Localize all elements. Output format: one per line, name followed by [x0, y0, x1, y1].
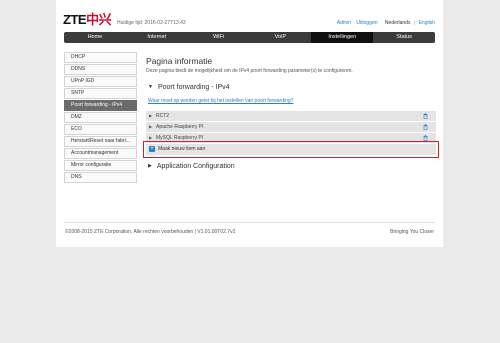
sidebar-item-eco[interactable]: ECO — [64, 124, 137, 135]
current-time: Huidige tijd: 2016-02-27T13:43 — [117, 20, 186, 26]
top-bar: ZTE中兴 Huidige tijd: 2016-02-27T13:43 Adm… — [56, 0, 443, 30]
trash-icon[interactable] — [423, 113, 428, 119]
page-description: Deze pagina biedt de mogelijkheid om de … — [146, 68, 353, 74]
rule-name: RCT2 — [156, 113, 170, 119]
top-links: Admin Uitloggen Nederlands | English — [337, 20, 435, 26]
language-separator: | — [413, 20, 416, 26]
main-nav: Home Internet WiFi VoIP Instellingen Sta… — [64, 32, 435, 43]
copyright-text: ©2008-2015 ZTE Corporation. Alle rechten… — [65, 229, 236, 235]
chevron-right-icon: ▶ — [149, 124, 153, 129]
sidebar: DHCP DDNS UPnP IGD SNTP Poort forwarding… — [64, 52, 137, 184]
logout-link[interactable]: Uitloggen — [356, 20, 377, 26]
nav-instellingen[interactable]: Instellingen — [311, 32, 374, 43]
router-page: ZTE中兴 Huidige tijd: 2016-02-27T13:43 Adm… — [56, 0, 443, 247]
section-title: Poort forwarding - IPv4 — [157, 84, 230, 91]
nav-status[interactable]: Status — [373, 32, 435, 43]
sidebar-item-port-forwarding[interactable]: Poort forwarding - IPv4 — [64, 100, 137, 111]
footer: ©2008-2015 ZTE Corporation. Alle rechten… — [64, 222, 435, 239]
chevron-right-icon: ▶ — [149, 135, 153, 140]
language-en[interactable]: English — [419, 20, 435, 26]
rule-row[interactable]: ▶ Apache Raspberry PI — [146, 122, 436, 133]
rule-name: Apache Raspberry PI — [156, 124, 204, 130]
chevron-right-icon: ▶ — [149, 113, 153, 118]
nav-home[interactable]: Home — [64, 32, 126, 43]
nav-wifi[interactable]: WiFi — [188, 32, 250, 43]
sidebar-item-upnp[interactable]: UPnP IGD — [64, 76, 137, 87]
sidebar-item-ddns[interactable]: DDNS — [64, 64, 137, 75]
logo-latin: ZTE — [63, 12, 87, 27]
nav-internet[interactable]: Internet — [126, 32, 188, 43]
sidebar-item-mirror[interactable]: Mirror configuratie — [64, 160, 137, 171]
section-title: Application Configuration — [156, 163, 235, 170]
help-link[interactable]: Waar moet op worden gelet bij het instel… — [148, 98, 293, 104]
page-title: Pagina informatie — [146, 56, 213, 66]
sidebar-item-sntp[interactable]: SNTP — [64, 88, 137, 99]
sidebar-item-reset[interactable]: Herstart/Reset naar fabri... — [64, 136, 137, 147]
sidebar-item-dmz[interactable]: DMZ — [64, 112, 137, 123]
chevron-down-icon: ▼ — [148, 84, 153, 90]
nav-voip[interactable]: VoIP — [249, 32, 311, 43]
tagline: Bringing You Closer — [390, 229, 434, 235]
chevron-right-icon: ▶ — [148, 163, 152, 169]
logo-chinese: 中兴 — [86, 12, 112, 27]
language-nl[interactable]: Nederlands — [385, 20, 411, 26]
admin-link[interactable]: Admin — [337, 20, 351, 26]
trash-icon[interactable] — [423, 124, 428, 130]
sidebar-item-dns[interactable]: DNS — [64, 172, 137, 183]
rule-row[interactable]: ▶ RCT2 — [146, 111, 436, 122]
section-port-forwarding[interactable]: ▼ Poort forwarding - IPv4 — [148, 84, 230, 91]
sidebar-item-accounts[interactable]: Accountmanagement — [64, 148, 137, 159]
highlight-box — [143, 141, 439, 158]
sidebar-item-dhcp[interactable]: DHCP — [64, 52, 137, 63]
section-application-config[interactable]: ▶ Application Configuration — [148, 163, 235, 170]
zte-logo: ZTE中兴 — [63, 9, 112, 28]
